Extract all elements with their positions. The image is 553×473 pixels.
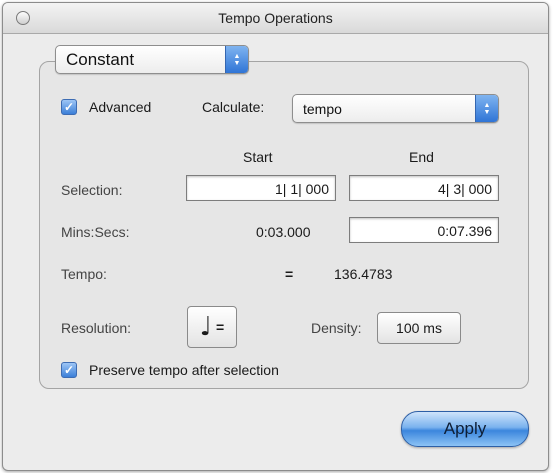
tempo-operations-window: Tempo Operations Constant ▲ ▼ ✓ Advanced … [2, 2, 549, 471]
selection-start-field[interactable]: 1| 1| 000 [186, 175, 336, 201]
mins-secs-end-field[interactable]: 0:07.396 [349, 217, 499, 243]
start-column-header: Start [243, 149, 273, 165]
mins-secs-label: Mins:Secs: [61, 224, 130, 240]
advanced-label[interactable]: Advanced [89, 99, 151, 115]
mins-secs-start-value: 0:03.000 [256, 224, 311, 240]
window-title: Tempo Operations [218, 10, 333, 26]
tempo-value: 136.4783 [334, 266, 393, 282]
selection-label: Selection: [61, 182, 123, 198]
resolution-note-button[interactable]: ♩ = [187, 306, 237, 348]
checkmark-icon: ✓ [63, 100, 75, 114]
up-down-arrows-icon: ▲ ▼ [475, 95, 498, 122]
calculate-popup[interactable]: tempo ▲ ▼ [292, 94, 499, 123]
tempo-label: Tempo: [61, 266, 107, 282]
mode-popup[interactable]: Constant ▲ ▼ [55, 45, 249, 74]
mode-popup-value: Constant [66, 49, 135, 69]
density-button[interactable]: 100 ms [377, 312, 461, 344]
quarter-note-icon: ♩ [199, 312, 213, 342]
advanced-checkbox[interactable]: ✓ [61, 99, 77, 115]
title-bar[interactable]: Tempo Operations [3, 3, 548, 34]
calculate-label: Calculate: [202, 99, 265, 115]
preserve-tempo-checkbox[interactable]: ✓ [61, 362, 77, 378]
tempo-equals: = [285, 266, 294, 282]
calculate-popup-value: tempo [303, 100, 342, 117]
preserve-tempo-label[interactable]: Preserve tempo after selection [89, 362, 279, 378]
apply-button[interactable]: Apply [401, 411, 529, 447]
resolution-equals: = [216, 319, 225, 335]
resolution-label: Resolution: [61, 320, 132, 336]
checkmark-icon: ✓ [63, 363, 75, 377]
selection-end-field[interactable]: 4| 3| 000 [349, 175, 499, 201]
end-column-header: End [409, 149, 434, 165]
density-label: Density: [311, 320, 362, 336]
up-down-arrows-icon: ▲ ▼ [225, 46, 248, 73]
